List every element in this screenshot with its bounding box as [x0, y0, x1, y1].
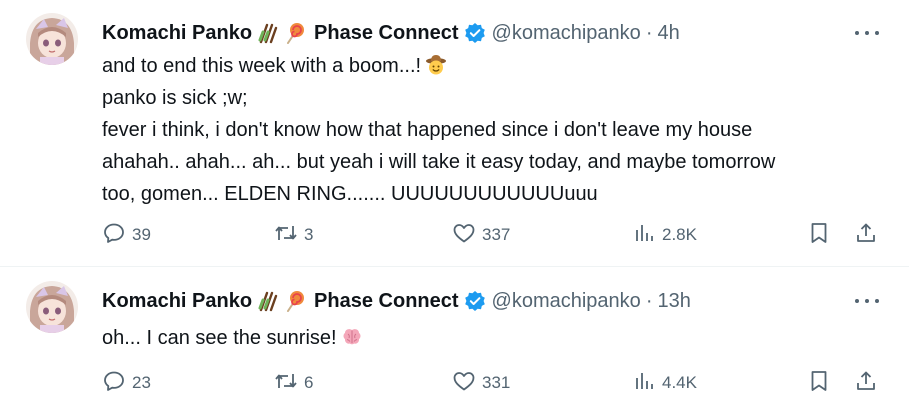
tweet-text: and to end this week with a boom...! pan… [102, 50, 882, 210]
tweet-line: and to end this week with a boom...! [102, 55, 422, 77]
author-name[interactable]: Komachi Panko [102, 289, 252, 313]
author-name[interactable]: Komachi Panko [102, 21, 252, 45]
reply-button[interactable]: 23 [102, 368, 151, 398]
tweet-actions: 23 6 331 4.4K [102, 368, 882, 398]
avatar[interactable] [26, 281, 78, 333]
verified-badge-icon [464, 22, 486, 44]
views-count: 4.4K [662, 373, 697, 392]
tweet[interactable]: Komachi Panko Phase Connect @komachipank… [0, 0, 909, 264]
pocky-icon [257, 22, 279, 44]
views-icon [632, 369, 656, 398]
tweet-line: ahahah.. ahah... ah... but yeah i will t… [102, 151, 776, 173]
pocky-icon [257, 290, 279, 312]
lollipop-icon [284, 290, 306, 312]
timeline-feed: Komachi Panko Phase Connect @komachipank… [0, 0, 909, 420]
views-icon [632, 221, 656, 250]
author-handle[interactable]: @komachipanko [492, 289, 641, 313]
views-button[interactable]: 2.8K [632, 220, 697, 250]
reply-icon [102, 221, 126, 250]
bookmark-button[interactable] [807, 368, 831, 398]
reply-icon [102, 369, 126, 398]
more-icon[interactable] [855, 290, 879, 312]
tweet-line: too, gomen... ELDEN RING....... UUUUUUUU… [102, 183, 598, 205]
org-name[interactable]: Phase Connect [314, 21, 458, 45]
tweet[interactable]: Komachi Panko Phase Connect @komachipank… [0, 268, 909, 420]
share-button[interactable] [854, 368, 878, 398]
tweet-line: panko is sick ;w; [102, 87, 248, 109]
share-icon [854, 369, 878, 398]
bookmark-icon [807, 221, 831, 250]
like-count: 331 [482, 373, 511, 392]
tweet-divider [0, 266, 909, 267]
tweet-line: oh... I can see the sunrise! [102, 327, 337, 349]
avatar[interactable] [26, 13, 78, 65]
tweet-header: Komachi Panko Phase Connect @komachipank… [102, 21, 680, 45]
reply-count: 23 [132, 373, 151, 392]
separator-dot: · [645, 290, 653, 312]
lollipop-icon [284, 22, 306, 44]
bookmark-icon [807, 369, 831, 398]
cowboy-hat-face-icon [425, 54, 447, 76]
verified-badge-icon [464, 290, 486, 312]
org-name[interactable]: Phase Connect [314, 289, 458, 313]
tweet-line: fever i think, i don't know how that hap… [102, 119, 753, 141]
heart-icon [452, 369, 476, 398]
tweet-timestamp[interactable]: 4h [657, 21, 679, 45]
views-count: 2.8K [662, 225, 697, 244]
heart-icon [452, 221, 476, 250]
tweet-actions: 39 3 337 2.8K [102, 220, 882, 250]
views-button[interactable]: 4.4K [632, 368, 697, 398]
retweet-count: 6 [304, 373, 314, 392]
reply-button[interactable]: 39 [102, 220, 151, 250]
tweet-timestamp[interactable]: 13h [657, 289, 690, 313]
author-handle[interactable]: @komachipanko [492, 21, 641, 45]
bookmark-button[interactable] [807, 220, 831, 250]
share-icon [854, 221, 878, 250]
retweet-icon [274, 221, 298, 250]
reply-count: 39 [132, 225, 151, 244]
like-button[interactable]: 337 [452, 220, 510, 250]
retweet-count: 3 [304, 225, 314, 244]
tweet-header: Komachi Panko Phase Connect @komachipank… [102, 289, 691, 313]
separator-dot: · [645, 22, 653, 44]
retweet-icon [274, 369, 298, 398]
like-button[interactable]: 331 [452, 368, 510, 398]
tweet-text: oh... I can see the sunrise! [102, 322, 882, 354]
like-count: 337 [482, 225, 511, 244]
share-button[interactable] [854, 220, 878, 250]
brain-icon [341, 326, 363, 348]
more-icon[interactable] [855, 22, 879, 44]
retweet-button[interactable]: 3 [274, 220, 313, 250]
retweet-button[interactable]: 6 [274, 368, 313, 398]
